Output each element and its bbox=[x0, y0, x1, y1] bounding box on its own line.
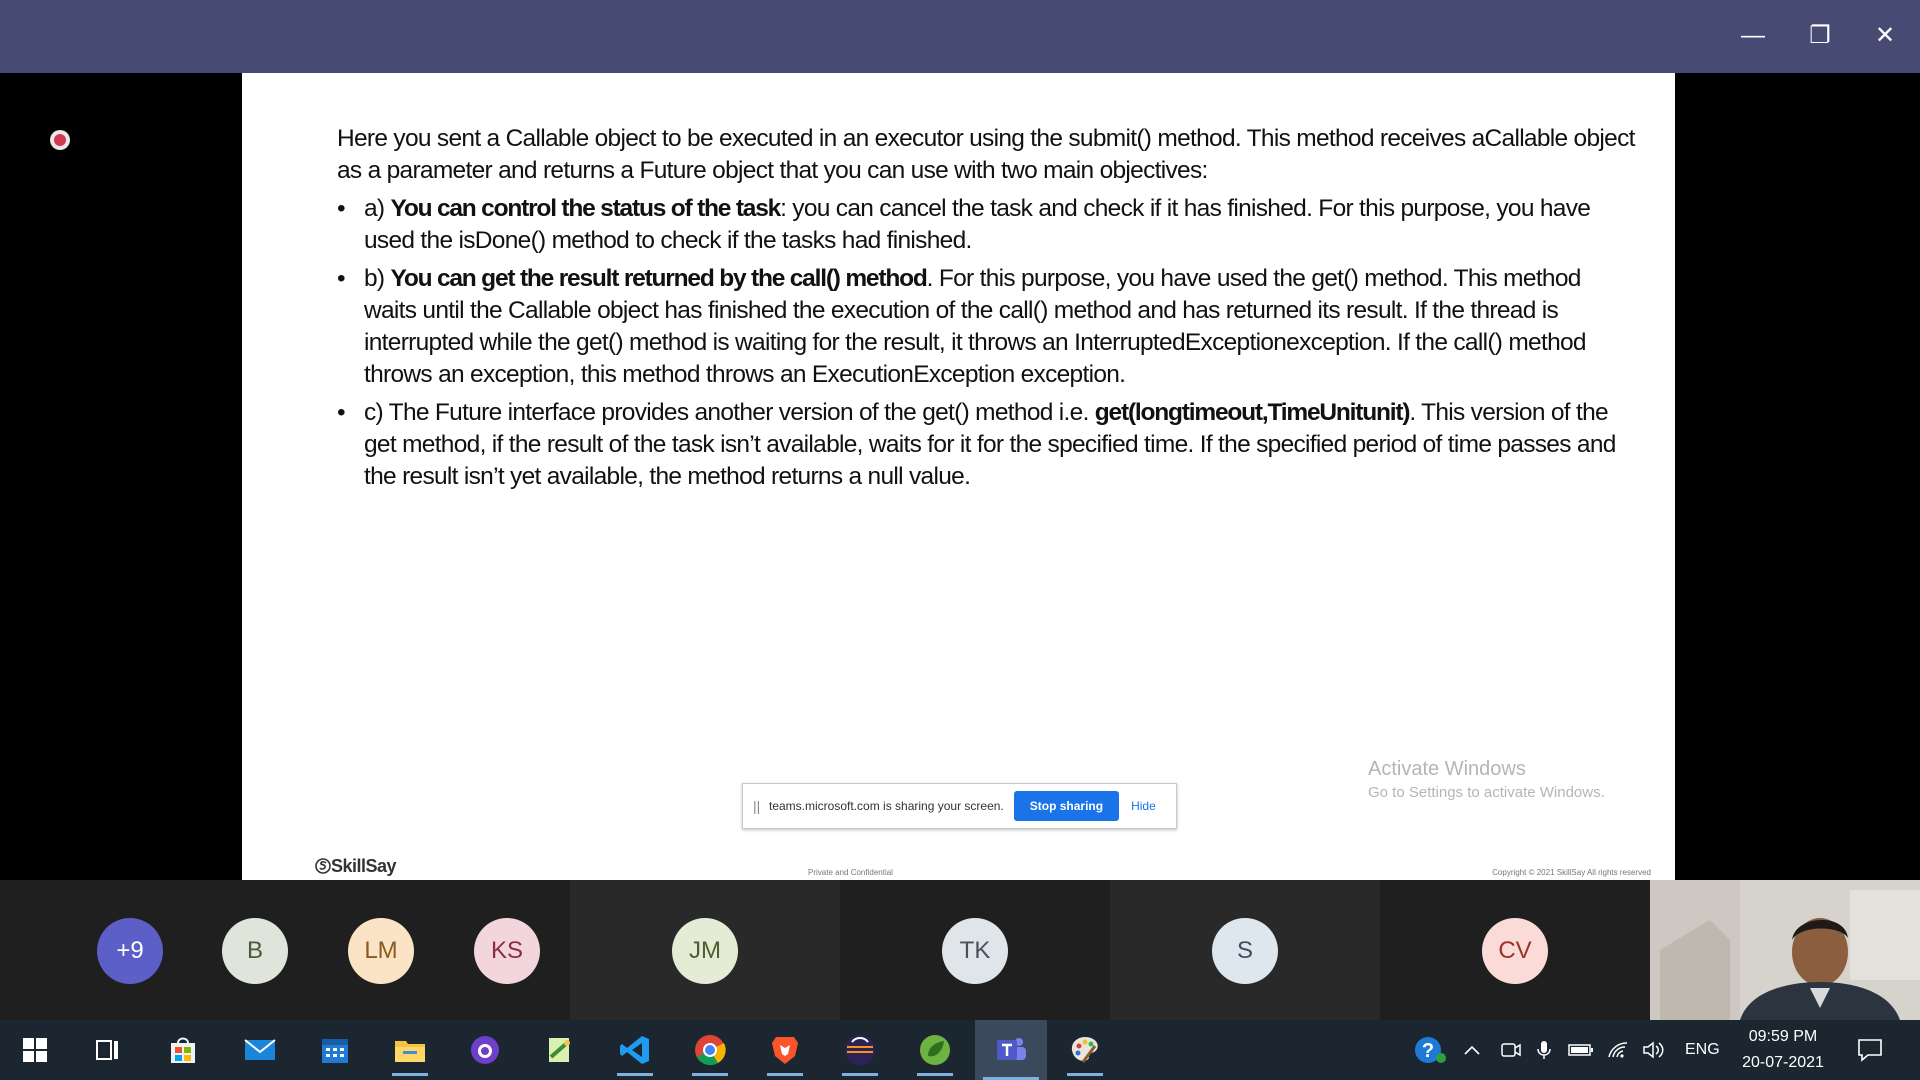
webcam-video-image bbox=[1650, 880, 1920, 1020]
vscode-icon[interactable] bbox=[615, 1030, 655, 1076]
bullet-prefix: b) bbox=[364, 265, 391, 292]
participant-avatar[interactable]: B bbox=[222, 918, 288, 984]
activate-windows-subtitle: Go to Settings to activate Windows. bbox=[1368, 784, 1605, 801]
bullet-bold: You can control the status of the task bbox=[390, 195, 782, 222]
participant-avatar[interactable]: KS bbox=[474, 918, 540, 984]
mail-icon[interactable] bbox=[240, 1030, 280, 1070]
activate-windows-watermark: Activate Windows Go to Settings to activ… bbox=[1368, 758, 1605, 801]
drag-handle-icon[interactable]: || bbox=[753, 798, 767, 814]
store-icon[interactable] bbox=[163, 1030, 203, 1070]
slide-intro: Here you sent a Callable object to be ex… bbox=[337, 125, 1635, 184]
windows-taskbar: ? ENG 09:59 PM 20-07-2021 bbox=[0, 1020, 1920, 1080]
wifi-icon[interactable] bbox=[1607, 1020, 1629, 1080]
active-app-indicator bbox=[917, 1073, 953, 1076]
notepad-plus-plus-icon[interactable] bbox=[540, 1030, 580, 1070]
active-app-indicator bbox=[617, 1073, 653, 1076]
slide-footer-center: Private and Confidential bbox=[808, 868, 893, 877]
active-app-indicator bbox=[692, 1073, 728, 1076]
close-button[interactable]: ✕ bbox=[1860, 16, 1910, 56]
skillsay-logo-icon bbox=[315, 858, 331, 874]
self-video-preview[interactable] bbox=[1650, 880, 1920, 1020]
restore-button[interactable]: ❐ bbox=[1795, 16, 1845, 56]
github-desktop-icon[interactable] bbox=[465, 1030, 505, 1070]
clock-time: 09:59 PM bbox=[1748, 1028, 1818, 1045]
participant-avatar[interactable]: CV bbox=[1482, 918, 1548, 984]
paint-icon[interactable] bbox=[1065, 1030, 1105, 1076]
help-icon[interactable]: ? bbox=[1413, 1020, 1447, 1080]
bullet-prefix: a) bbox=[364, 195, 391, 222]
recording-icon bbox=[50, 130, 70, 150]
logo-text: SkillSay bbox=[331, 856, 397, 876]
hide-share-bar-button[interactable]: Hide bbox=[1131, 799, 1156, 813]
minimize-button[interactable]: — bbox=[1728, 16, 1778, 56]
more-participants-button[interactable]: +9 bbox=[97, 918, 163, 984]
participant-avatar[interactable]: TK bbox=[942, 918, 1008, 984]
chrome-icon[interactable] bbox=[690, 1030, 730, 1076]
active-app-indicator bbox=[842, 1073, 878, 1076]
task-view-icon[interactable] bbox=[88, 1030, 128, 1070]
slide-content: Here you sent a Callable object to be ex… bbox=[337, 123, 1637, 499]
clock[interactable]: 09:59 PM 20-07-2021 bbox=[1733, 1020, 1833, 1080]
bullet-item: b) You can get the result returned by th… bbox=[337, 263, 1637, 391]
show-hidden-icons-icon[interactable] bbox=[1463, 1020, 1481, 1080]
teams-icon[interactable] bbox=[975, 1020, 1047, 1080]
window-title-bar: — ❐ ✕ bbox=[0, 0, 1920, 73]
brave-icon[interactable] bbox=[765, 1030, 805, 1076]
bullet-bold: You can get the result returned by the c… bbox=[390, 265, 928, 292]
slide-bullet-list: a) You can control the status of the tas… bbox=[337, 193, 1637, 493]
screen-share-bar: || teams.microsoft.com is sharing your s… bbox=[742, 783, 1177, 829]
bullet-item: a) You can control the status of the tas… bbox=[337, 193, 1637, 257]
active-app-indicator bbox=[392, 1073, 428, 1076]
meet-now-icon[interactable] bbox=[1500, 1020, 1522, 1080]
bullet-item: c) The Future interface provides another… bbox=[337, 397, 1637, 493]
presentation-slide: Here you sent a Callable object to be ex… bbox=[242, 73, 1675, 880]
clock-date: 20-07-2021 bbox=[1742, 1054, 1824, 1071]
stop-sharing-button[interactable]: Stop sharing bbox=[1013, 791, 1120, 821]
participant-avatar[interactable]: JM bbox=[672, 918, 738, 984]
input-language[interactable]: ENG bbox=[1685, 1020, 1720, 1080]
battery-icon[interactable] bbox=[1568, 1020, 1594, 1080]
microphone-icon[interactable] bbox=[1536, 1020, 1552, 1080]
active-app-indicator bbox=[1067, 1073, 1103, 1076]
activate-windows-title: Activate Windows bbox=[1368, 758, 1526, 780]
participant-avatar[interactable]: LM bbox=[348, 918, 414, 984]
svg-text:?: ? bbox=[1422, 1040, 1434, 1062]
participant-gallery: +9 B LM KS JM TK S CV bbox=[0, 880, 1650, 1020]
slide-footer-right: Copyright © 2021 SkillSay All rights res… bbox=[1492, 868, 1651, 877]
volume-icon[interactable] bbox=[1642, 1020, 1666, 1080]
skillsay-logo: SkillSay bbox=[315, 856, 397, 877]
eclipse-icon[interactable] bbox=[840, 1030, 880, 1076]
calendar-icon[interactable] bbox=[315, 1030, 355, 1070]
participant-avatar[interactable]: S bbox=[1212, 918, 1278, 984]
share-message: teams.microsoft.com is sharing your scre… bbox=[769, 799, 1004, 813]
active-app-indicator bbox=[767, 1073, 803, 1076]
bullet-bold: get(longtimeout,TimeUnitunit) bbox=[1094, 399, 1411, 426]
start-icon[interactable] bbox=[15, 1030, 55, 1070]
notifications-icon[interactable] bbox=[1856, 1020, 1884, 1080]
file-explorer-icon[interactable] bbox=[390, 1030, 430, 1076]
bullet-prefix: c) The Future interface provides another… bbox=[364, 399, 1095, 426]
spring-tools-icon[interactable] bbox=[915, 1030, 955, 1076]
